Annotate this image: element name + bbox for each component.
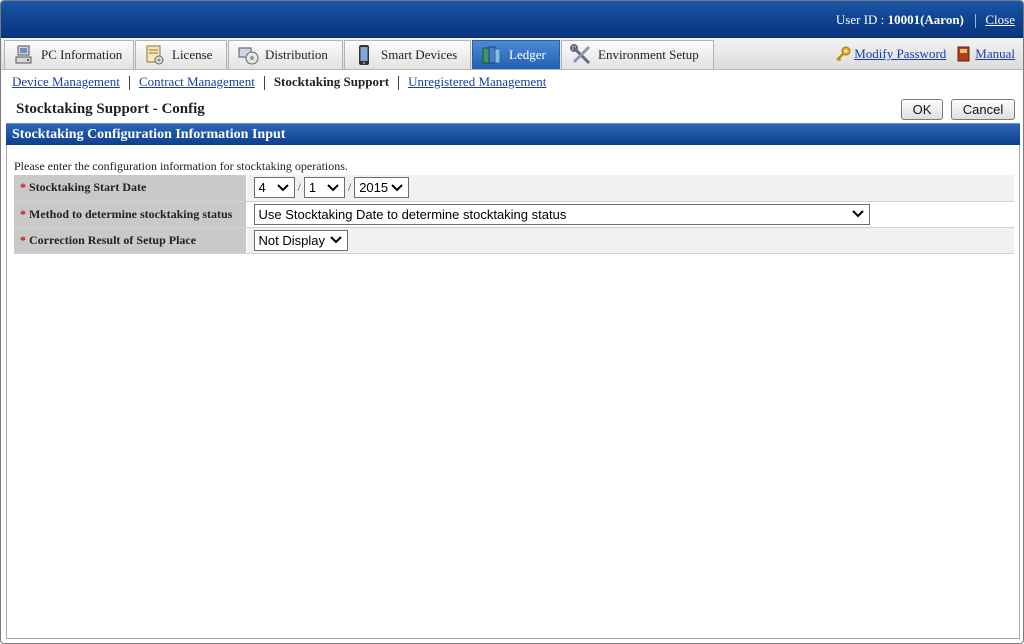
divider xyxy=(398,76,400,91)
month-value: 4 xyxy=(258,180,266,196)
intro-text: Please enter the configuration informati… xyxy=(14,159,348,173)
tools-icon xyxy=(570,44,592,66)
smartphone-icon xyxy=(353,44,375,66)
close-link[interactable]: Close xyxy=(985,12,1015,27)
submenu-contract-management[interactable]: Contract Management xyxy=(139,74,255,89)
ledger-books-icon xyxy=(481,44,503,66)
method-value: Use Stocktaking Date to determine stockt… xyxy=(258,206,567,222)
tab-label: Environment Setup xyxy=(598,47,699,62)
row-value: Not Display xyxy=(246,227,1014,254)
chevron-down-icon xyxy=(276,184,289,192)
page-title: Stocktaking Support - Config xyxy=(16,101,205,117)
form-row-correction: * Correction Result of Setup Place Not Di… xyxy=(14,227,1014,254)
row-value: Use Stocktaking Date to determine stockt… xyxy=(246,201,1014,228)
main-tab-bar: PC Information License Distribution Smar… xyxy=(1,38,1023,70)
tab-label: PC Information xyxy=(41,47,123,62)
day-select[interactable]: 1 xyxy=(303,177,345,199)
chevron-down-icon xyxy=(851,210,864,218)
tab-pc-information[interactable]: PC Information xyxy=(4,40,134,69)
user-id-label: User ID : xyxy=(835,12,885,27)
manual-link[interactable]: Manual xyxy=(975,46,1015,62)
chevron-down-icon xyxy=(391,184,403,192)
divider xyxy=(128,76,130,91)
modify-password-link[interactable]: Modify Password xyxy=(854,46,946,62)
tab-label: Ledger xyxy=(509,47,546,62)
method-select[interactable]: Use Stocktaking Date to determine stockt… xyxy=(253,203,870,225)
divider xyxy=(263,76,265,91)
required-mark: * xyxy=(20,232,26,247)
correction-value: Not Display xyxy=(258,232,325,248)
config-form-table: * Stocktaking Start Date 4 / 1 / 2015 * … xyxy=(14,175,1014,254)
correction-label: Correction Result of Setup Place xyxy=(29,232,197,247)
tab-label: Smart Devices xyxy=(381,47,458,62)
row-value: 4 / 1 / 2015 xyxy=(246,175,1014,202)
tab-smart-devices[interactable]: Smart Devices xyxy=(344,40,471,69)
tab-distribution[interactable]: Distribution xyxy=(228,40,343,69)
app-window: User ID : 10001(Aaron) Close PC Informat… xyxy=(0,0,1024,644)
divider xyxy=(975,14,977,29)
distribution-icon xyxy=(237,44,259,66)
start-date-label: Stocktaking Start Date xyxy=(29,180,147,195)
ok-button[interactable]: OK xyxy=(901,99,943,120)
day-value: 1 xyxy=(308,180,317,196)
row-label: * Stocktaking Start Date xyxy=(14,175,247,202)
submenu-stocktaking-support: Stocktaking Support xyxy=(273,74,390,89)
top-header: User ID : 10001(Aaron) Close xyxy=(1,1,1023,38)
required-mark: * xyxy=(20,206,26,221)
form-row-start-date: * Stocktaking Start Date 4 / 1 / 2015 xyxy=(14,175,1014,202)
tab-environment-setup[interactable]: Environment Setup xyxy=(561,40,714,69)
year-select[interactable]: 2015 xyxy=(354,177,410,199)
license-icon xyxy=(144,44,166,66)
chevron-down-icon xyxy=(329,236,342,244)
method-label: Method to determine stocktaking status xyxy=(29,206,233,221)
submenu-unregistered-management[interactable]: Unregistered Management xyxy=(408,74,546,89)
manual-book-icon xyxy=(956,46,972,62)
row-label: * Method to determine stocktaking status xyxy=(14,201,247,228)
submenu-device-management[interactable]: Device Management xyxy=(12,74,120,89)
user-id-value: 10001(Aaron) xyxy=(887,12,964,27)
cancel-button[interactable]: Cancel xyxy=(951,99,1015,120)
tab-label: License xyxy=(172,47,213,62)
key-icon xyxy=(835,46,851,62)
form-row-method: * Method to determine stocktaking status … xyxy=(14,201,1014,228)
header-right-links: Modify Password Manual xyxy=(835,46,1015,62)
tab-license[interactable]: License xyxy=(135,40,227,69)
sub-menu: Device Management Contract Management Stoc… xyxy=(12,74,546,91)
month-select[interactable]: 4 xyxy=(253,177,295,199)
date-separator: / xyxy=(297,180,301,195)
section-title: Stocktaking Configuration Information In… xyxy=(6,123,1020,145)
required-mark: * xyxy=(20,180,26,195)
correction-select[interactable]: Not Display xyxy=(253,229,348,251)
row-label: * Correction Result of Setup Place xyxy=(14,227,247,254)
date-separator: / xyxy=(347,180,352,195)
tab-ledger[interactable]: Ledger xyxy=(472,40,560,69)
tab-label: Distribution xyxy=(265,47,328,62)
chevron-down-icon xyxy=(327,184,339,192)
year-value: 2015 xyxy=(359,180,389,196)
user-info: User ID : 10001(Aaron) Close xyxy=(835,12,1015,29)
form-panel: Please enter the configuration informati… xyxy=(6,145,1020,639)
pc-icon xyxy=(13,44,35,66)
